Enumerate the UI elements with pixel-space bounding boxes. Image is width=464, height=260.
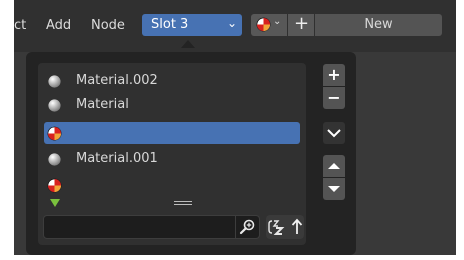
material-sphere-icon: [47, 178, 62, 196]
remove-slot-button[interactable]: −: [323, 87, 345, 109]
editor-header: ct Add Node Slot 3 ⌄ ⌄ + New: [14, 0, 456, 52]
reverse-order-button[interactable]: [290, 215, 304, 239]
triangle-up-icon: [328, 163, 340, 169]
material-ball-icon: [47, 152, 62, 170]
material-slot-list: Material.002 Material Material.001: [38, 63, 306, 245]
material-ball-icon: [47, 74, 62, 92]
triangle-down-icon: [328, 186, 340, 192]
browse-material-button[interactable]: ⌄: [251, 14, 287, 36]
specials-menu-button[interactable]: [323, 122, 345, 144]
slot-name: Material: [76, 97, 129, 112]
minus-icon: −: [327, 88, 341, 107]
node-editor-window: ct Add Node Slot 3 ⌄ ⌄ + New Material.00…: [14, 0, 456, 255]
slot-name: Material.001: [76, 151, 158, 166]
material-sphere-icon: [47, 126, 62, 144]
slot-name: Material.002: [76, 73, 158, 88]
plus-icon: +: [327, 65, 341, 84]
slot-dropdown[interactable]: Slot 3 ⌄: [142, 14, 242, 36]
search-options-button[interactable]: [236, 215, 260, 239]
material-ball-icon: [47, 98, 62, 116]
add-slot-button[interactable]: +: [323, 64, 345, 86]
chevron-down-icon: ⌄: [226, 16, 237, 30]
menu-add[interactable]: Add: [46, 18, 71, 34]
chevron-down-icon: [327, 129, 341, 138]
move-slot-up-button[interactable]: [323, 155, 345, 177]
slot-dropdown-value: Slot 3: [151, 17, 189, 32]
move-slot-down-button[interactable]: [323, 178, 345, 200]
plus-icon: +: [294, 13, 310, 34]
arrow-up-icon: [291, 218, 303, 234]
list-item-selected[interactable]: [44, 122, 300, 144]
list-item[interactable]: [44, 174, 300, 196]
menu-select-partial[interactable]: ct: [14, 18, 26, 34]
resize-grip-line: [174, 204, 192, 205]
list-item[interactable]: Material: [44, 94, 300, 116]
material-sphere-icon: [256, 17, 271, 35]
chevron-down-icon: ⌄: [273, 16, 282, 27]
popup-caret: [181, 40, 195, 48]
list-item[interactable]: Material.001: [44, 148, 300, 170]
list-item[interactable]: Material.002: [44, 70, 300, 92]
sort-alphabetical-button[interactable]: [266, 215, 290, 239]
new-button-label: New: [364, 17, 393, 32]
new-material-button[interactable]: New: [315, 14, 442, 36]
menu-node[interactable]: Node: [91, 18, 125, 34]
filter-toggle-icon[interactable]: [50, 199, 60, 207]
magnifier-icon: [239, 219, 255, 235]
sort-az-icon: [268, 220, 285, 235]
filter-search-input[interactable]: [43, 215, 236, 239]
resize-grip[interactable]: [174, 201, 192, 202]
new-material-plus-button[interactable]: +: [288, 14, 314, 36]
